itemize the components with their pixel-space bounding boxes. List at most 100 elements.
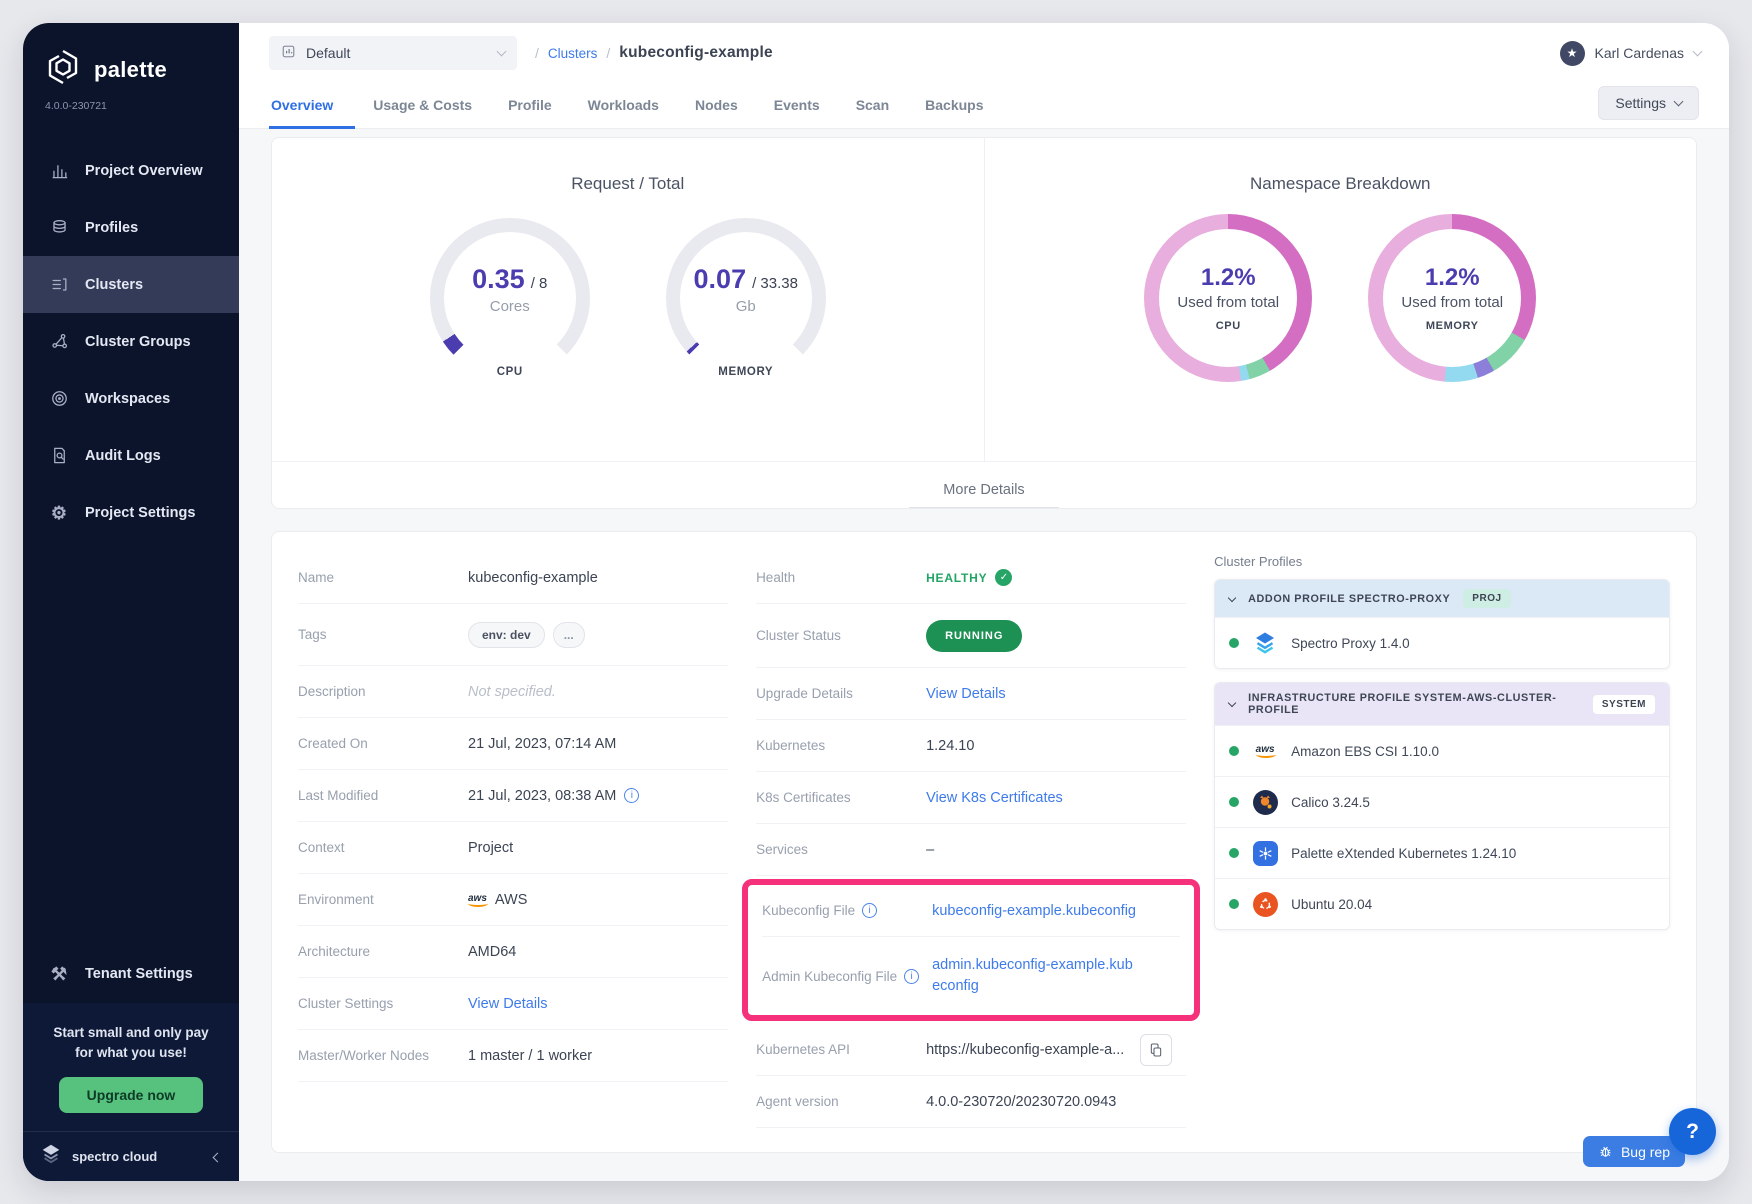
cluster-profiles-title: Cluster Profiles <box>1214 554 1670 569</box>
infrastructure-profile-header[interactable]: INFRASTRUCTURE PROFILE SYSTEM-AWS-CLUSTE… <box>1215 683 1669 725</box>
project-selector-value: Default <box>306 45 350 61</box>
tab-bar: Overview Usage & Costs Profile Workloads… <box>239 76 1729 129</box>
page-content: Request / Total 0.35 / 8 <box>239 129 1729 1181</box>
page-background: palette 4.0.0-230721 Project Overview Pr… <box>0 0 1752 1204</box>
settings-button[interactable]: Settings <box>1598 86 1699 120</box>
sidebar-item-profiles[interactable]: Profiles <box>23 199 239 256</box>
spectro-cloud-wordmark: spectro cloud <box>72 1149 157 1164</box>
row-cluster-settings: Cluster Settings View Details <box>298 978 728 1030</box>
sidebar-collapse-button[interactable] <box>214 1148 221 1166</box>
breadcrumb-separator: / <box>606 45 610 61</box>
aws-icon: aws <box>468 893 487 907</box>
request-total-panel: Request / Total 0.35 / 8 <box>272 138 985 461</box>
row-health: Health HEALTHY ✓ <box>756 552 1186 604</box>
calico-icon <box>1252 789 1278 815</box>
pack-palette-extended-kubernetes[interactable]: Palette eXtended Kubernetes 1.24.10 <box>1215 827 1669 878</box>
addon-profile-header[interactable]: ADDON PROFILE SPECTRO-PROXY PROJ <box>1215 580 1669 617</box>
status-dot <box>1229 899 1239 909</box>
status-dot <box>1229 746 1239 756</box>
tab-scan[interactable]: Scan <box>838 87 907 129</box>
tab-events[interactable]: Events <box>756 87 838 129</box>
sidebar-spacer <box>23 541 239 946</box>
tag-more[interactable]: ... <box>553 622 585 648</box>
row-cluster-status: Cluster Status RUNNING <box>756 604 1186 668</box>
info-icon[interactable]: i <box>904 969 919 984</box>
chevron-down-icon <box>497 47 507 57</box>
memory-request-value: 0.07 <box>694 264 747 295</box>
cpu-request-value: 0.35 <box>472 264 525 295</box>
tab-overview[interactable]: Overview <box>269 87 355 129</box>
info-icon[interactable]: i <box>624 788 639 803</box>
brand: palette <box>23 23 239 96</box>
sidebar-item-clusters[interactable]: Clusters <box>23 256 239 313</box>
bar-chart-icon <box>49 161 69 181</box>
pack-calico[interactable]: Calico 3.24.5 <box>1215 776 1669 827</box>
info-icon[interactable]: i <box>862 903 877 918</box>
check-circle-icon: ✓ <box>995 569 1012 586</box>
user-menu[interactable]: ★ Karl Cardenas <box>1560 41 1702 66</box>
sidebar-item-audit-logs[interactable]: Audit Logs <box>23 427 239 484</box>
more-details-button[interactable]: More Details <box>909 482 1058 508</box>
sidebar: palette 4.0.0-230721 Project Overview Pr… <box>23 23 239 1181</box>
palette-logo-icon <box>43 47 83 92</box>
tab-workloads[interactable]: Workloads <box>570 87 677 129</box>
status-dot <box>1229 848 1239 858</box>
copy-icon[interactable] <box>1140 1034 1172 1066</box>
request-total-title: Request / Total <box>571 174 684 194</box>
tab-profile[interactable]: Profile <box>490 87 570 129</box>
upgrade-now-button[interactable]: Upgrade now <box>59 1077 204 1113</box>
project-selector[interactable]: Default <box>269 36 517 70</box>
main-area: Default / Clusters / kubeconfig-example … <box>239 23 1729 1181</box>
admin-kubeconfig-file-link[interactable]: admin.kubeconfig-example.kubeconfig <box>932 955 1137 997</box>
kubernetes-icon <box>1252 840 1278 866</box>
spectro-cloud-logo-icon <box>39 1142 63 1171</box>
sidebar-item-project-settings[interactable]: ⚙ Project Settings <box>23 484 239 541</box>
sidebar-item-label: Clusters <box>85 277 143 293</box>
memory-donut-label: MEMORY <box>1426 320 1479 332</box>
network-icon <box>49 332 69 352</box>
chevron-down-icon <box>1228 699 1236 707</box>
pack-spectro-proxy[interactable]: Spectro Proxy 1.4.0 <box>1215 617 1669 668</box>
help-button[interactable]: ? <box>1669 1108 1716 1155</box>
bug-report-button[interactable]: Bug rep <box>1583 1136 1685 1167</box>
sidebar-item-cluster-groups[interactable]: Cluster Groups <box>23 313 239 370</box>
row-context: Context Project <box>298 822 728 874</box>
ubuntu-icon <box>1252 891 1278 917</box>
chart-select-icon <box>281 44 296 62</box>
row-description: Description Not specified. <box>298 666 728 718</box>
avatar[interactable]: ★ <box>1560 41 1585 66</box>
sidebar-footer: spectro cloud <box>23 1131 239 1181</box>
sidebar-item-workspaces[interactable]: Workspaces <box>23 370 239 427</box>
running-status-badge[interactable]: RUNNING <box>926 620 1022 652</box>
sidebar-item-label: Cluster Groups <box>85 334 191 350</box>
pack-ubuntu[interactable]: Ubuntu 20.04 <box>1215 878 1669 929</box>
sidebar-item-tenant-settings[interactable]: ⚒ Tenant Settings <box>23 946 239 1003</box>
user-name: Karl Cardenas <box>1595 45 1685 61</box>
tab-nodes[interactable]: Nodes <box>677 87 756 129</box>
health-status: HEALTHY <box>926 571 987 585</box>
pack-amazon-ebs-csi[interactable]: aws Amazon EBS CSI 1.10.0 <box>1215 725 1669 776</box>
promo-line1: Start small and only pay <box>35 1023 227 1043</box>
tab-usage-costs[interactable]: Usage & Costs <box>355 87 490 129</box>
row-master-worker-nodes: Master/Worker Nodes 1 master / 1 worker <box>298 1030 728 1082</box>
breadcrumb-link-clusters[interactable]: Clusters <box>548 46 598 61</box>
tag-env-dev[interactable]: env: dev <box>468 622 545 648</box>
row-k8s-certificates: K8s Certificates View K8s Certificates <box>756 772 1186 824</box>
row-kubernetes-api: Kubernetes API https://kubeconfig-exampl… <box>756 1024 1186 1076</box>
upgrade-view-details-link[interactable]: View Details <box>926 686 1186 702</box>
cpu-used-caption: Used from total <box>1177 294 1279 311</box>
kubeconfig-file-link[interactable]: kubeconfig-example.kubeconfig <box>932 903 1180 919</box>
system-badge: SYSTEM <box>1593 695 1655 714</box>
proj-badge: PROJ <box>1463 589 1510 608</box>
cluster-settings-view-details-link[interactable]: View Details <box>468 996 728 1012</box>
bug-icon <box>1598 1144 1613 1159</box>
memory-unit: Gb <box>736 298 756 315</box>
view-k8s-certificates-link[interactable]: View K8s Certificates <box>926 790 1186 806</box>
tab-backups[interactable]: Backups <box>907 87 1001 129</box>
topbar: Default / Clusters / kubeconfig-example … <box>239 23 1729 76</box>
cpu-total-value: / 8 <box>531 275 548 292</box>
brand-name: palette <box>94 57 167 83</box>
sidebar-item-project-overview[interactable]: Project Overview <box>23 142 239 199</box>
infrastructure-profile-section: INFRASTRUCTURE PROFILE SYSTEM-AWS-CLUSTE… <box>1214 682 1670 930</box>
row-services: Services – <box>756 824 1186 876</box>
